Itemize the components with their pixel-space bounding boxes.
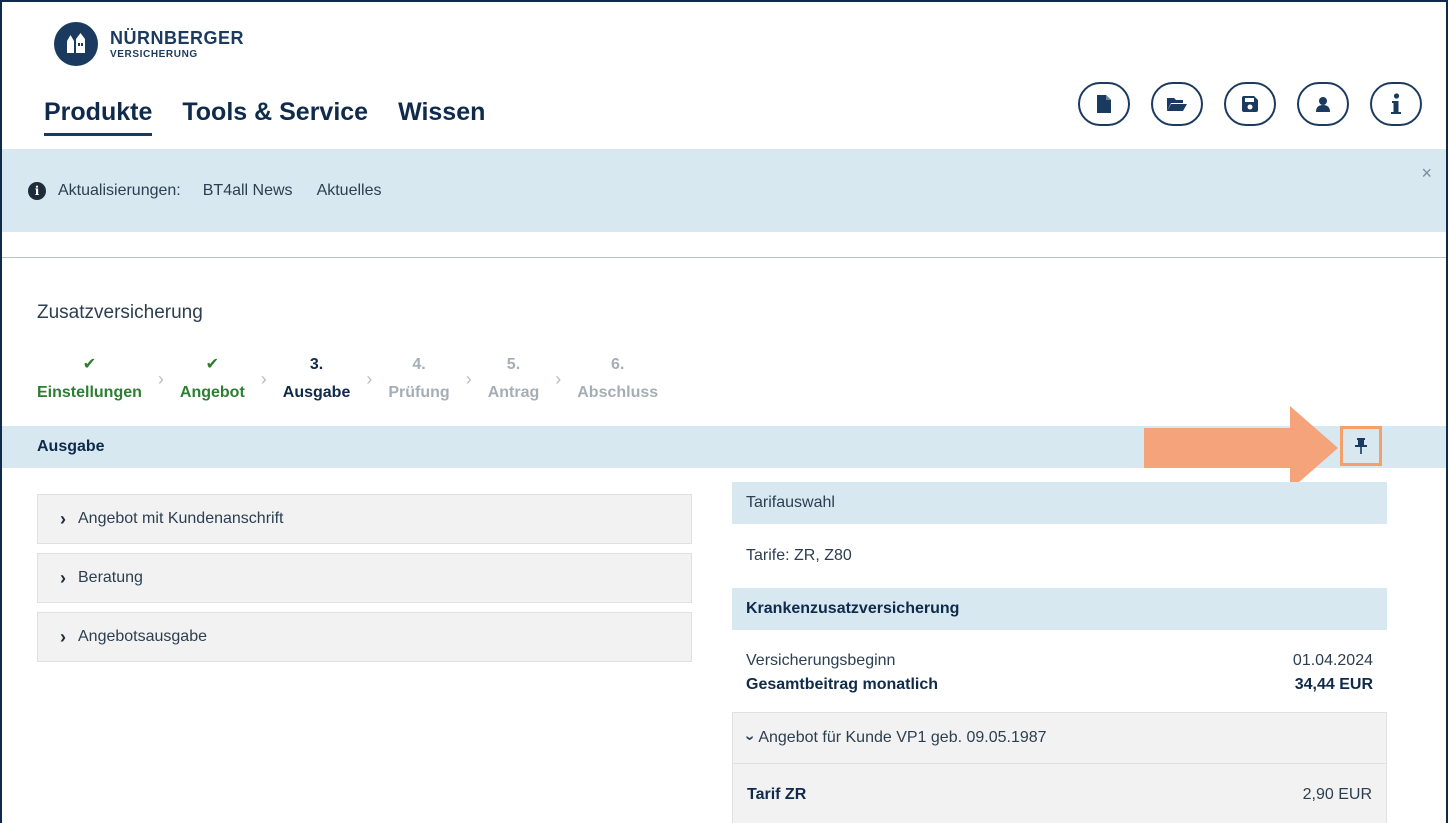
chevron-right-icon: ›: [60, 567, 66, 588]
updates-banner: i Aktualisierungen: BT4all News Aktuelle…: [2, 149, 1446, 232]
chevron-right-icon: ›: [366, 369, 373, 389]
nav-item-produkte[interactable]: Produkte: [44, 98, 153, 136]
save-button[interactable]: [1224, 82, 1276, 126]
nav-item-wissen[interactable]: Wissen: [398, 98, 485, 136]
updates-label: Aktualisierungen:: [58, 181, 181, 199]
step-number: 6.: [611, 356, 625, 373]
tarif-zr-label: Tarif ZR: [747, 786, 807, 803]
user-button[interactable]: [1297, 82, 1349, 126]
info-button[interactable]: [1370, 82, 1422, 126]
step-number: 5.: [506, 356, 521, 373]
step-einstellungen[interactable]: ✔ Einstellungen: [37, 354, 142, 402]
tarif-zr-row: Tarif ZR 2,90 EUR: [733, 786, 1386, 804]
tarife-text: Tarife: ZR, Z80: [746, 547, 852, 564]
nav-item-tools-service[interactable]: Tools & Service: [182, 98, 368, 136]
angebot-kunde-toggle[interactable]: › Angebot für Kunde VP1 geb. 09.05.1987: [733, 713, 1386, 764]
step-number: 4.: [412, 356, 426, 373]
step-antrag: 5. Antrag: [488, 354, 540, 402]
progress-stepper: ✔ Einstellungen › ✔ Angebot › 3. Ausgabe…: [37, 354, 658, 402]
open-button[interactable]: [1151, 82, 1203, 126]
step-label: Angebot: [179, 384, 245, 401]
accordion-label: Beratung: [78, 569, 143, 586]
save-icon: [1242, 96, 1258, 112]
close-banner-button[interactable]: ×: [1421, 163, 1432, 184]
brand-name: NÜRNBERGER: [110, 27, 245, 48]
pin-icon: [1355, 438, 1367, 454]
logo-emblem-icon: [54, 22, 98, 66]
accordion-label: Angebotsausgabe: [78, 628, 207, 645]
new-document-icon: [1097, 95, 1111, 113]
beginn-value: 01.04.2024: [1292, 652, 1373, 669]
accordion-item-angebot-kundenanschrift[interactable]: › Angebot mit Kundenanschrift: [37, 494, 692, 544]
pin-button[interactable]: [1340, 426, 1382, 466]
check-icon: ✔: [82, 356, 97, 373]
step-label: Abschluss: [577, 384, 659, 401]
gesamt-label: Gesamtbeitrag monatlich: [746, 676, 939, 693]
chevron-right-icon: ›: [60, 508, 66, 529]
info-icon: [1391, 93, 1401, 114]
step-pruefung: 4. Prüfung: [388, 354, 449, 402]
app-frame: NÜRNBERGER VERSICHERUNG Produkte Tools &…: [0, 0, 1448, 823]
open-folder-icon: [1167, 98, 1187, 111]
page-title: Zusatzversicherung: [37, 302, 203, 323]
chevron-right-icon: ›: [157, 369, 164, 389]
gesamt-row: Gesamtbeitrag monatlich 34,44 EUR: [732, 676, 1387, 694]
gesamt-value: 34,44 EUR: [1294, 676, 1373, 693]
divider: [2, 257, 1446, 258]
step-ausgabe[interactable]: 3. Ausgabe: [283, 354, 351, 402]
tarifauswahl-title: Tarifauswahl: [746, 494, 835, 511]
accordion-label: Angebot mit Kundenanschrift: [78, 510, 284, 527]
toolbar: [1078, 82, 1422, 126]
chevron-down-icon: ›: [741, 735, 759, 741]
beginn-label: Versicherungsbeginn: [746, 652, 896, 669]
step-angebot[interactable]: ✔ Angebot: [180, 354, 245, 402]
brand-logo[interactable]: NÜRNBERGER VERSICHERUNG: [54, 22, 244, 66]
user-icon: [1316, 97, 1330, 112]
accordion-item-beratung[interactable]: › Beratung: [37, 553, 692, 603]
accordion-item-angebotsausgabe[interactable]: › Angebotsausgabe: [37, 612, 692, 662]
kzv-header: Krankenzusatzversicherung: [732, 588, 1387, 630]
chevron-right-icon: ›: [465, 369, 472, 389]
new-document-button[interactable]: [1078, 82, 1130, 126]
angebot-kunde-label: Angebot für Kunde VP1 geb. 09.05.1987: [758, 729, 1047, 746]
step-label: Ausgabe: [282, 384, 351, 401]
step-label: Prüfung: [388, 384, 450, 401]
chevron-right-icon: ›: [555, 369, 562, 389]
info-circle-icon: i: [28, 181, 46, 200]
brand-subtitle: VERSICHERUNG: [110, 48, 198, 60]
tarife-row: Tarife: ZR, Z80: [732, 524, 1387, 588]
link-aktuelles[interactable]: Aktuelles: [317, 182, 382, 200]
step-label: Einstellungen: [37, 384, 142, 401]
main-navigation: Produkte Tools & Service Wissen: [44, 98, 515, 136]
chevron-right-icon: ›: [60, 626, 66, 647]
kzv-title: Krankenzusatzversicherung: [746, 600, 960, 617]
tarif-zr-value: 2,90 EUR: [1302, 786, 1372, 803]
chevron-right-icon: ›: [260, 369, 267, 389]
step-label: Antrag: [487, 384, 540, 401]
tarifauswahl-header: Tarifauswahl: [732, 482, 1387, 524]
step-abschluss: 6. Abschluss: [577, 354, 658, 402]
angebot-kunde-panel: › Angebot für Kunde VP1 geb. 09.05.1987 …: [732, 712, 1387, 823]
step-number: 3.: [309, 356, 324, 373]
link-bt4all-news[interactable]: BT4all News: [203, 182, 293, 200]
summary-panel: Tarifauswahl Tarife: ZR, Z80 Krankenzusa…: [732, 482, 1387, 823]
check-icon: ✔: [205, 356, 220, 373]
arrow-annotation-icon: [1144, 406, 1338, 490]
beginn-row: Versicherungsbeginn 01.04.2024: [732, 652, 1387, 670]
section-title: Ausgabe: [37, 438, 105, 455]
